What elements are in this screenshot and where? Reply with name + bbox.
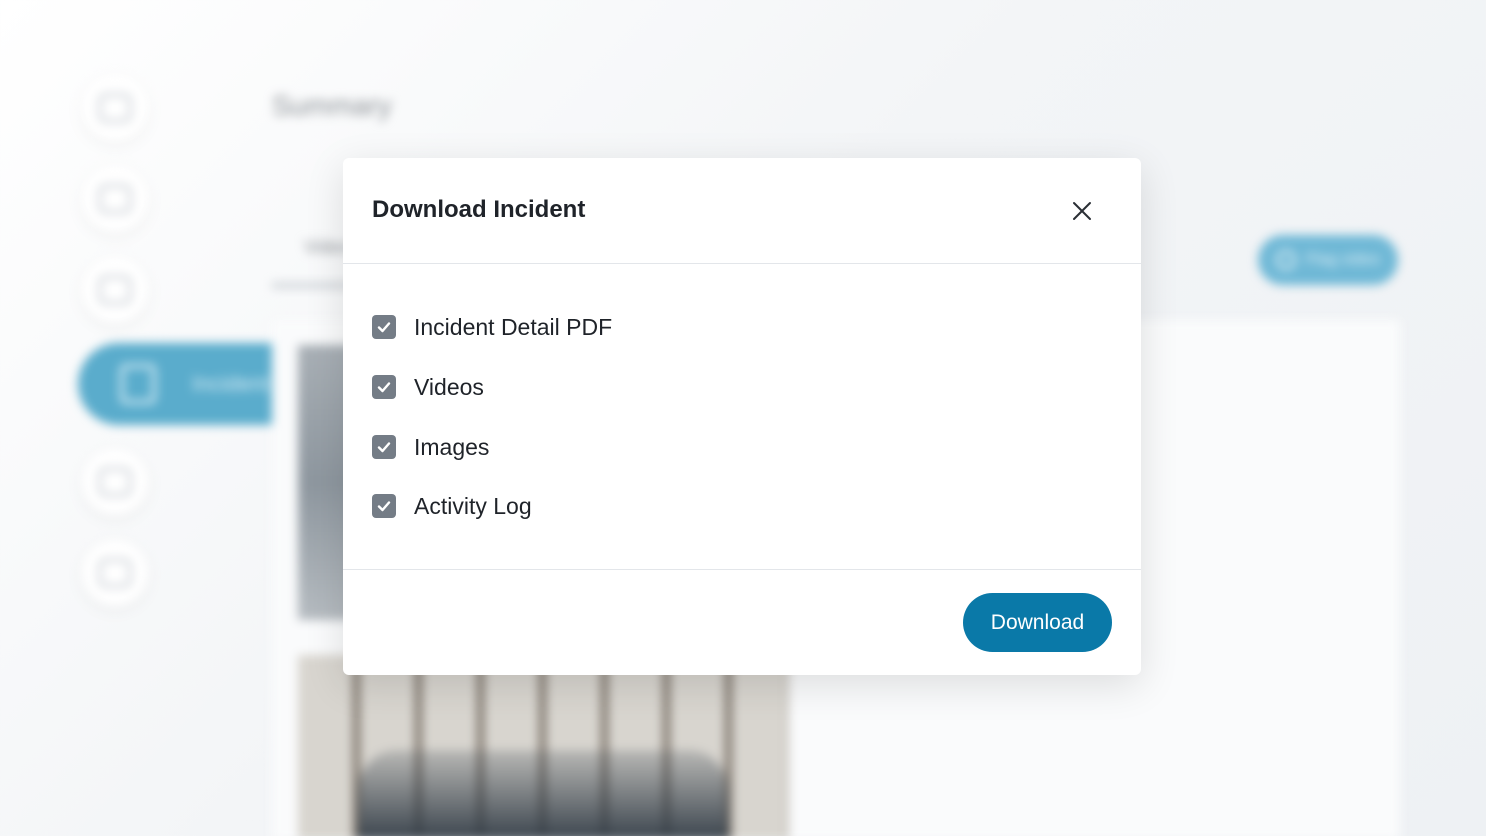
checkbox-incident-detail-pdf[interactable] xyxy=(372,315,396,339)
flag-icon xyxy=(1276,250,1297,270)
close-icon xyxy=(1073,202,1091,220)
incident-video-frame xyxy=(298,655,788,836)
checkbox-images[interactable] xyxy=(372,435,396,459)
sidebar-item-camera xyxy=(82,166,148,232)
dialog-header: Download Incident xyxy=(343,158,1141,264)
download-incident-dialog: Download Incident Incident Detail PDF Vi… xyxy=(343,158,1141,675)
dialog-title: Download Incident xyxy=(372,196,586,223)
dialog-footer: Download xyxy=(343,569,1141,675)
close-button[interactable] xyxy=(1067,196,1097,226)
download-button[interactable]: Download xyxy=(963,593,1112,652)
option-label: Images xyxy=(414,433,490,460)
sidebar-item-person xyxy=(82,449,148,515)
checkmark-icon xyxy=(377,442,391,453)
option-videos[interactable]: Videos xyxy=(372,367,484,407)
checkmark-icon xyxy=(377,382,391,393)
dialog-body: Incident Detail PDF Videos Images Activi… xyxy=(343,264,1141,569)
flag-video-button: Flag video xyxy=(1258,235,1398,285)
document-search-icon xyxy=(120,364,156,404)
checkbox-videos[interactable] xyxy=(372,375,396,399)
calendar-icon xyxy=(98,275,132,305)
checkbox-activity-log[interactable] xyxy=(372,494,396,518)
option-activity-log[interactable]: Activity Log xyxy=(372,486,532,526)
sidebar-item-calendar xyxy=(82,257,148,323)
camera-icon xyxy=(98,184,132,214)
vehicle-icon xyxy=(98,558,132,588)
bus-seats xyxy=(358,750,728,836)
flag-video-label: Flag video xyxy=(1306,251,1380,268)
sidebar-item-shield xyxy=(82,75,148,141)
option-label: Incident Detail PDF xyxy=(414,313,613,340)
page-title: Summary xyxy=(272,90,392,121)
option-incident-detail-pdf[interactable]: Incident Detail PDF xyxy=(372,307,612,347)
option-images[interactable]: Images xyxy=(372,427,489,467)
person-icon xyxy=(98,467,132,497)
sidebar-item-vehicle xyxy=(82,540,148,606)
option-label: Videos xyxy=(414,373,484,400)
sidebar-item-label: Incident xyxy=(192,371,270,396)
option-label: Activity Log xyxy=(414,492,532,519)
checkmark-icon xyxy=(377,501,391,512)
checkmark-icon xyxy=(377,322,391,333)
shield-icon xyxy=(98,93,132,123)
